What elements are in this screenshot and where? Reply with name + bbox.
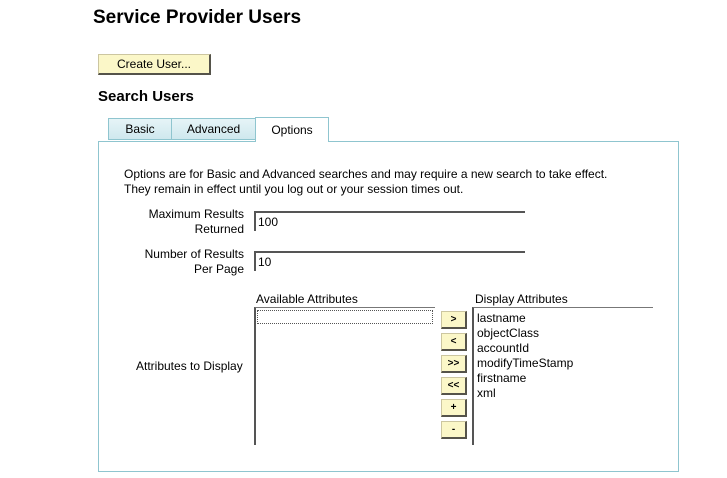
description-line-2: They remain in effect until you log out … (124, 182, 464, 196)
max-results-label-line2: Returned (194, 222, 244, 236)
display-attributes-list[interactable]: lastname objectClass accountId modifyTim… (472, 307, 653, 445)
move-all-left-button[interactable]: << (441, 377, 467, 395)
results-per-page-label-line1: Number of Results (144, 247, 244, 261)
tab-basic[interactable]: Basic (108, 118, 171, 140)
description-line-1: Options are for Basic and Advanced searc… (124, 167, 608, 181)
max-results-input[interactable]: 100 (254, 211, 525, 231)
list-item[interactable]: lastname (477, 311, 653, 326)
tab-options[interactable]: Options (255, 117, 329, 142)
list-item[interactable]: firstname (477, 371, 653, 386)
available-attributes-header: Available Attributes (256, 292, 358, 306)
move-left-button[interactable]: < (441, 333, 467, 351)
attributes-to-display-label: Attributes to Display (136, 359, 243, 373)
page-title: Service Provider Users (93, 7, 302, 28)
available-attributes-list[interactable] (254, 307, 435, 445)
available-attributes-focus (257, 310, 433, 324)
tab-advanced[interactable]: Advanced (171, 118, 255, 140)
list-item[interactable]: accountId (477, 341, 653, 356)
results-per-page-label-line2: Per Page (193, 262, 244, 276)
list-item[interactable]: modifyTimeStamp (477, 356, 653, 371)
max-results-label: Maximum Results Returned (149, 207, 244, 237)
create-user-button[interactable]: Create User... (98, 54, 211, 75)
move-all-right-button[interactable]: >> (441, 355, 467, 373)
move-down-button[interactable]: - (441, 421, 467, 439)
options-description: Options are for Basic and Advanced searc… (124, 167, 607, 197)
max-results-label-line1: Maximum Results (148, 207, 244, 221)
list-item[interactable]: objectClass (477, 326, 653, 341)
results-per-page-input[interactable]: 10 (254, 251, 525, 271)
move-up-button[interactable]: + (441, 399, 467, 417)
results-per-page-label: Number of Results Per Page (145, 247, 244, 277)
list-item[interactable]: xml (477, 386, 653, 401)
search-users-heading: Search Users (98, 88, 194, 105)
move-right-button[interactable]: > (441, 311, 467, 329)
display-attributes-header: Display Attributes (475, 292, 568, 306)
